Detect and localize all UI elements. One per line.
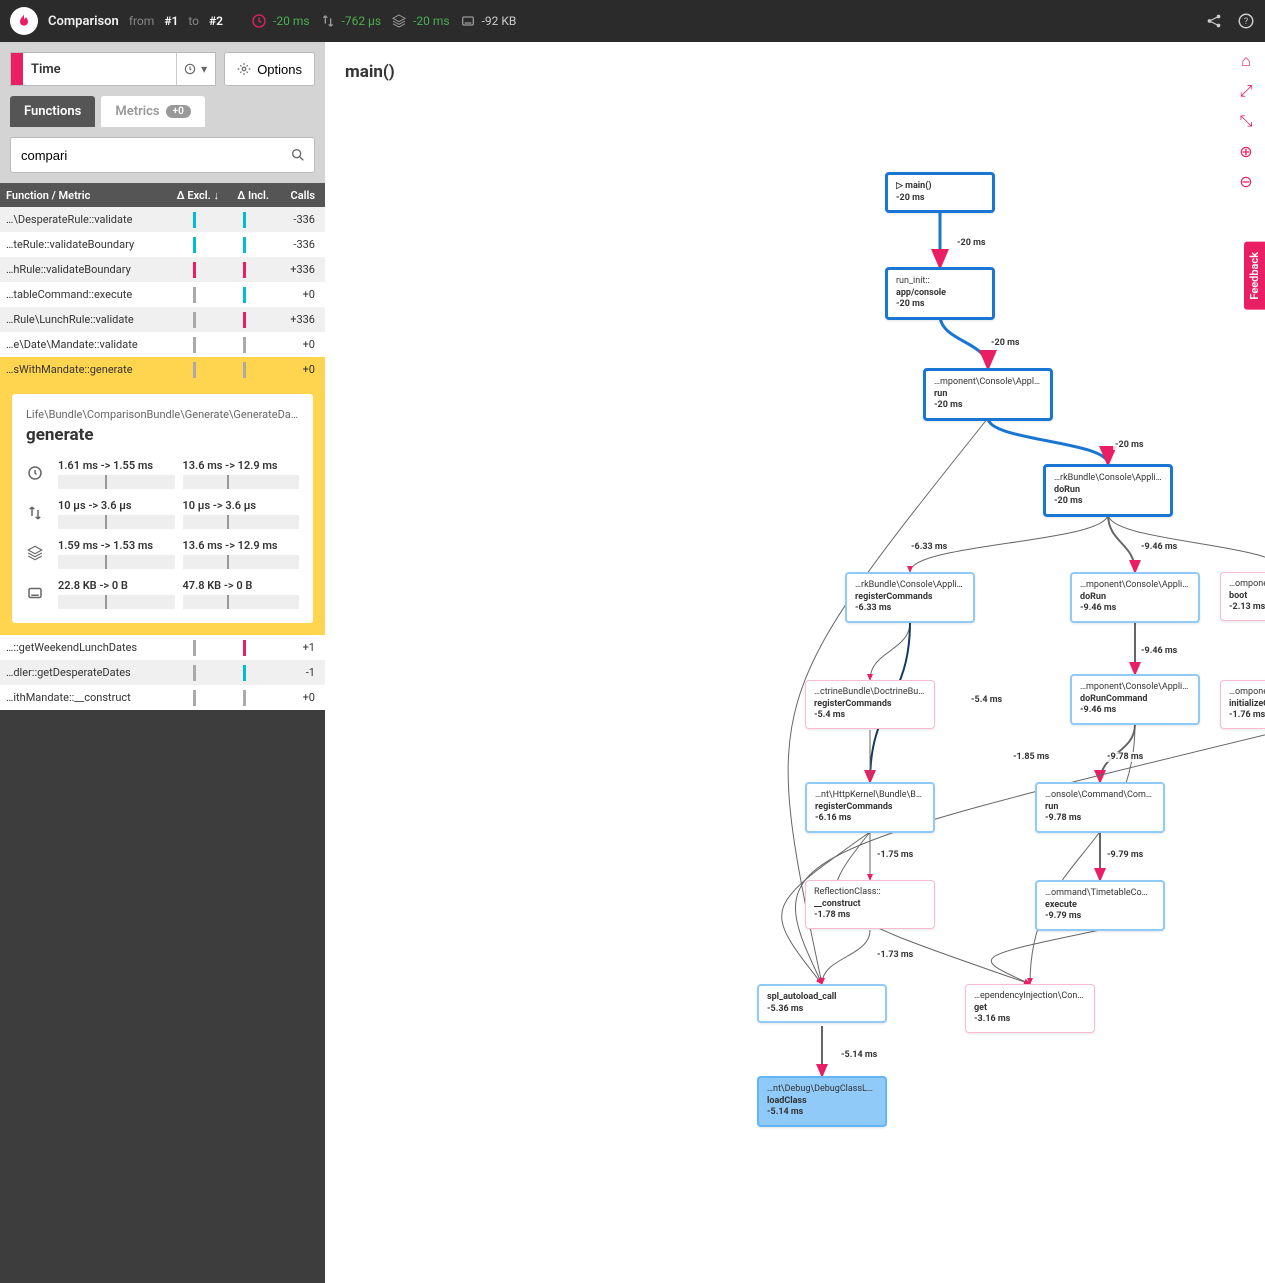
edge-label: -5.4 ms [969,695,1004,705]
search-input[interactable] [10,137,315,173]
edge-label: -5.14 ms [839,1050,879,1060]
metric-time: -20 ms [251,13,310,29]
call-graph[interactable]: main() ▷ main()-20 msrun_init::app/conso… [325,42,1265,1283]
table-row[interactable]: …e\Date\Mandate::validate +0 [0,332,325,357]
help-icon[interactable]: ? [1237,12,1255,30]
table-row[interactable]: …hRule::validateBoundary +336 [0,257,325,282]
zoom-in-icon[interactable]: ⊕ [1235,140,1257,162]
table-row[interactable]: …::getWeekendLunchDates +1 [0,635,325,660]
clock-icon [26,464,50,485]
graph-node[interactable]: spl_autoload_call-5.36 ms [757,984,887,1023]
graph-node[interactable]: …onsole\Command\Command::run-9.78 ms [1035,782,1165,833]
table-header: Function / Metric Δ Excl. ↓ Δ Incl. Call… [0,183,325,207]
tab-metrics[interactable]: Metrics+0 [101,96,204,127]
layers-icon [26,544,50,565]
detail-name: generate [26,425,299,445]
metric-cpu: -20 ms [391,13,450,29]
collapse-icon[interactable]: ⤡ [1235,110,1257,132]
dimension-select[interactable]: Time ▾ [10,52,216,86]
gear-icon [237,62,251,76]
updown-icon [26,504,50,525]
metric-io: -762 µs [320,13,382,29]
table-row[interactable]: …teRule::validateBoundary -336 [0,232,325,257]
edge-label: -1.75 ms [875,850,915,860]
logo[interactable] [10,7,38,35]
edge-label: -20 ms [989,338,1022,348]
clock-icon [251,13,267,29]
graph-node[interactable]: …nt\Debug\DebugClassLoader::loadClass-5.… [757,1076,887,1127]
edge-label: -20 ms [1113,440,1146,450]
search-icon[interactable] [290,147,306,163]
metric-memory: -92 KB [460,13,517,29]
sidebar: Time ▾ Options Functions Metrics+0 Funct… [0,42,325,1283]
edge-label: -1.73 ms [875,950,915,960]
disk-icon [460,13,476,29]
options-button[interactable]: Options [224,52,315,86]
graph-node[interactable]: run_init::app/console-20 ms [885,267,995,320]
table-row[interactable]: …sWithMandate::generate +0 [0,357,325,382]
tab-functions[interactable]: Functions [10,96,95,127]
page-title: Comparison [48,14,119,29]
graph-node[interactable]: …mponent\Console\Application::doRun-9.46… [1070,572,1200,623]
graph-node[interactable]: ReflectionClass::__construct-1.78 ms [805,880,935,929]
edge-label: -6.33 ms [909,542,949,552]
graph-node[interactable]: …ctrineBundle\DoctrineBundle::registerCo… [805,680,935,729]
clock-icon: ▾ [176,53,207,85]
graph-node[interactable]: …ependencyInjection\Container::get-3.16 … [965,984,1095,1033]
table-row[interactable]: …Rule\LunchRule::validate +336 [0,307,325,332]
edge-label: -9.46 ms [1139,646,1179,656]
graph-node[interactable]: …ommand\TimetableCommand::execute-9.79 m… [1035,880,1165,931]
share-icon[interactable] [1205,12,1223,30]
graph-node[interactable]: …mponent\Console\Application::run-20 ms [923,368,1053,421]
home-icon[interactable]: ⌂ [1235,50,1257,72]
disk-icon [26,584,50,605]
updown-icon [320,13,336,29]
zoom-out-icon[interactable]: ⊖ [1235,170,1257,192]
layers-icon [391,13,407,29]
detail-path: Life\Bundle\ComparisonBundle\Generate\Ge… [26,408,299,421]
edge-label: -1.85 ms [1011,752,1051,762]
graph-node[interactable]: …rkBundle\Console\Application::doRun-20 … [1043,464,1173,517]
edge-label: -9.79 ms [1105,850,1145,860]
table-row[interactable]: …tableCommand::execute +0 [0,282,325,307]
edge-label: -20 ms [955,238,988,248]
flame-icon [16,13,32,29]
from-label: from [129,14,155,28]
graph-node[interactable]: …rkBundle\Console\Application::registerC… [845,572,975,623]
table-row[interactable]: …ithMandate::__construct +0 [0,685,325,710]
graph-node[interactable]: …nt\HttpKernel\Bundle\Bundle::registerCo… [805,782,935,833]
feedback-button[interactable]: Feedback [1244,242,1265,310]
from-num[interactable]: #1 [164,14,178,28]
svg-text:?: ? [1244,17,1248,27]
graph-tools: ⌂ ⤢ ⤡ ⊕ ⊖ [1235,50,1257,192]
graph-node[interactable]: …omponent\HttpKernel\Kernel::initializeC… [1220,680,1265,729]
graph-node[interactable]: ▷ main()-20 ms [885,172,995,213]
graph-node[interactable]: …mponent\Console\Application::doRunComma… [1070,674,1200,725]
edge-label: -9.78 ms [1105,752,1145,762]
edge-label: -9.46 ms [1139,542,1179,552]
metrics-badge: +0 [166,105,191,118]
to-num[interactable]: #2 [209,14,223,28]
table-row[interactable]: …dler::getDesperateDates -1 [0,660,325,685]
table-row[interactable]: …\DesperateRule::validate -336 [0,207,325,232]
graph-node[interactable]: …omponent\HttpKernel\Kernel::boot-2.13 m… [1220,572,1265,621]
to-label: to [188,14,199,28]
function-detail: Life\Bundle\ComparisonBundle\Generate\Ge… [0,382,325,635]
chevron-down-icon: ▾ [201,62,207,76]
expand-icon[interactable]: ⤢ [1235,80,1257,102]
topbar: Comparison from #1 to #2 -20 ms -762 µs … [0,0,1265,42]
